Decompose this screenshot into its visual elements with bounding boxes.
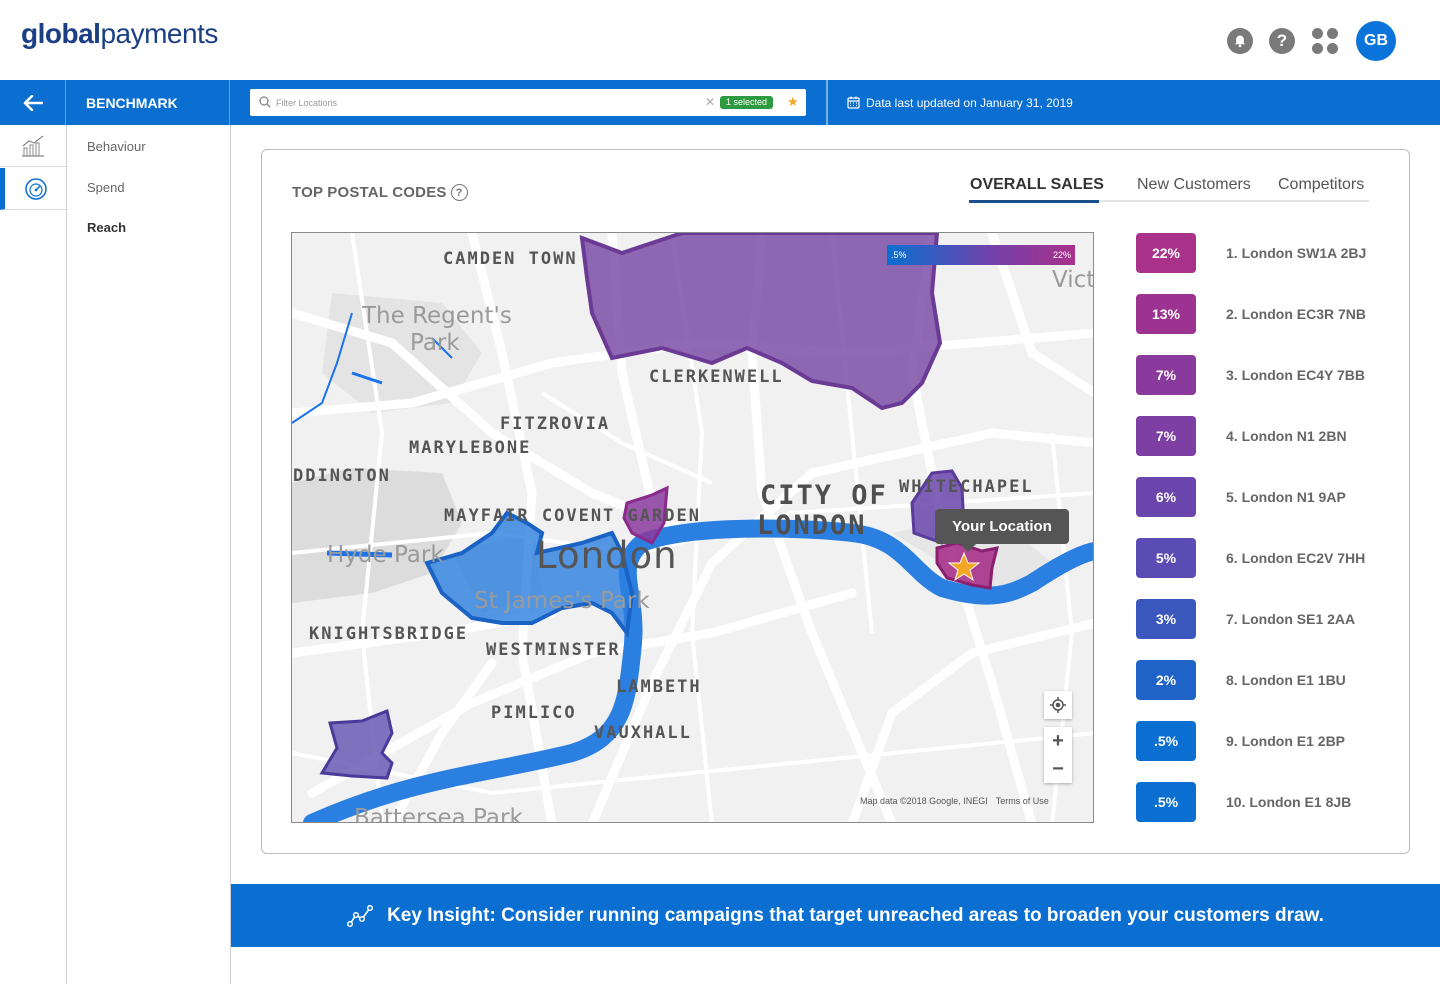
- ranking-percent-badge: .5%: [1136, 782, 1196, 822]
- ranking-percent-badge: 13%: [1136, 294, 1196, 334]
- bell-icon[interactable]: [1227, 28, 1253, 54]
- location-filter[interactable]: ✕ 1 selected ★: [250, 89, 806, 116]
- map-label-fitzrovia: FITZROVIA: [500, 414, 611, 434]
- zoom-in-button[interactable]: +: [1044, 727, 1072, 755]
- map-label-mayfair-covent-garden: MAYFAIR COVENT GARDEN: [444, 506, 701, 526]
- sales-legend-gradient: .5% 22%: [887, 245, 1075, 265]
- ranking-percent-badge: 7%: [1136, 355, 1196, 395]
- tab-new-customers[interactable]: New Customers: [1137, 176, 1251, 194]
- ranking-postal-code: 2. London EC3R 7NB: [1226, 306, 1367, 322]
- ranking-row[interactable]: 3% 7. London SE1 2AA: [1136, 599, 1396, 639]
- ranking-percent-badge: 7%: [1136, 416, 1196, 456]
- subnav-item-spend[interactable]: Spend: [87, 180, 125, 195]
- map-label-regents-park: The Regent's: [362, 303, 512, 329]
- ranking-row[interactable]: .5% 10. London E1 8JB: [1136, 782, 1396, 822]
- map-label-hyde-park: Hyde Park: [327, 542, 444, 568]
- ranking-row[interactable]: 22% 1. London SW1A 2BJ: [1136, 233, 1396, 273]
- bar-chart-icon: [22, 135, 44, 157]
- ranking-postal-code: 7. London SE1 2AA: [1226, 611, 1356, 627]
- nav-bar: BENCHMARK ✕ 1 selected ★ Data last updat…: [0, 80, 1440, 125]
- map-attribution: Map data ©2018 Google, INEGI Terms of Use: [860, 796, 1049, 806]
- ranking-percent-badge: .5%: [1136, 721, 1196, 761]
- map-label-st-james-park: St James's Park: [474, 588, 650, 614]
- tab-overall-sales[interactable]: OVERALL SALES: [970, 176, 1104, 194]
- global-payments-logo[interactable]: globalpayments: [21, 18, 218, 50]
- sidebar-icon-spend[interactable]: [0, 168, 66, 210]
- map-label-lambeth: LAMBETH: [616, 677, 702, 697]
- clear-filter-icon[interactable]: ✕: [705, 95, 715, 109]
- calendar-icon: [847, 96, 860, 109]
- ranking-postal-code: 4. London N1 2BN: [1226, 428, 1347, 444]
- map-label-westminster: WESTMINSTER: [486, 640, 621, 660]
- ranking-percent-badge: 5%: [1136, 538, 1196, 578]
- map-label-victoria: Vict: [1052, 267, 1094, 293]
- ranking-row[interactable]: 2% 8. London E1 1BU: [1136, 660, 1396, 700]
- user-avatar[interactable]: GB: [1356, 21, 1396, 61]
- ranking-percent-badge: 2%: [1136, 660, 1196, 700]
- map-label-london: London: [536, 534, 678, 577]
- subnav-item-behaviour[interactable]: Behaviour: [87, 139, 146, 154]
- map-label-knightsbridge: KNIGHTSBRIDGE: [309, 624, 469, 644]
- active-tab-indicator: [969, 200, 1099, 203]
- filter-locations-input[interactable]: [276, 94, 696, 111]
- map-label-london-city: LONDON: [757, 510, 867, 541]
- map-label-camden-town: CAMDEN TOWN: [443, 249, 578, 269]
- key-insight-banner: Key Insight: Consider running campaigns …: [231, 884, 1440, 947]
- ranking-postal-code: 8. London E1 1BU: [1226, 672, 1346, 688]
- postal-code-map[interactable]: CAMDEN TOWN The Regent's Park Vict CLERK…: [291, 232, 1094, 823]
- ranking-postal-code: 5. London N1 9AP: [1226, 489, 1346, 505]
- ranking-postal-code: 1. London SW1A 2BJ: [1226, 245, 1367, 261]
- ranking-row[interactable]: 6% 5. London N1 9AP: [1136, 477, 1396, 517]
- ranking-postal-code: 9. London E1 2BP: [1226, 733, 1346, 749]
- top-header: globalpayments ? GB: [0, 0, 1440, 80]
- favorite-star-icon[interactable]: ★: [787, 94, 799, 110]
- terms-of-use-link[interactable]: Terms of Use: [996, 796, 1049, 806]
- back-button[interactable]: [0, 80, 66, 125]
- trend-line-icon: [347, 904, 374, 927]
- help-icon[interactable]: ?: [1269, 28, 1295, 54]
- map-label-pimlico: PIMLICO: [491, 703, 577, 723]
- sub-navigation: Behaviour Spend Reach: [67, 125, 231, 984]
- map-label-marylebone: MARYLEBONE: [409, 438, 532, 458]
- your-location-tooltip: Your Location: [935, 509, 1069, 552]
- selected-count-badge: 1 selected: [720, 96, 774, 109]
- sidebar-icon-behaviour[interactable]: [0, 125, 66, 167]
- ranking-row[interactable]: 7% 3. London EC4Y 7BB: [1136, 355, 1396, 395]
- icon-sidebar: [0, 125, 67, 984]
- sales-tabs: OVERALL SALES New Customers Competitors: [969, 176, 1369, 203]
- data-updated-info: Data last updated on January 31, 2019: [847, 80, 1073, 125]
- zoom-controls: + −: [1044, 727, 1072, 783]
- subnav-item-reach[interactable]: Reach: [87, 220, 126, 235]
- arrow-left-icon: [23, 94, 43, 111]
- ranking-row[interactable]: 13% 2. London EC3R 7NB: [1136, 294, 1396, 334]
- map-label-city-of: CITY OF: [760, 480, 888, 511]
- top-postal-codes-card: TOP POSTAL CODES ? OVERALL SALES New Cus…: [261, 149, 1410, 854]
- ranking-row[interactable]: 7% 4. London N1 2BN: [1136, 416, 1396, 456]
- map-label-battersea-park: Battersea Park: [354, 805, 523, 823]
- ranking-row[interactable]: 5% 6. London EC2V 7HH: [1136, 538, 1396, 578]
- ranking-percent-badge: 22%: [1136, 233, 1196, 273]
- tab-competitors[interactable]: Competitors: [1278, 176, 1364, 194]
- map-label-vauxhall: VAUXHALL: [594, 723, 692, 743]
- zoom-out-button[interactable]: −: [1044, 755, 1072, 783]
- section-title: BENCHMARK: [67, 80, 230, 125]
- search-icon: [259, 96, 271, 108]
- crosshair-icon: [1050, 697, 1066, 713]
- card-title: TOP POSTAL CODES ?: [292, 184, 468, 201]
- nav-divider: [826, 80, 828, 125]
- ranking-percent-badge: 6%: [1136, 477, 1196, 517]
- ranking-postal-code: 3. London EC4Y 7BB: [1226, 367, 1365, 383]
- locate-me-button[interactable]: [1044, 691, 1072, 719]
- map-label-whitechapel: WHITECHAPEL: [899, 477, 1034, 497]
- map-label-clerkenwell: CLERKENWELL: [649, 367, 784, 387]
- info-help-icon[interactable]: ?: [450, 184, 468, 201]
- ranking-row[interactable]: .5% 9. London E1 2BP: [1136, 721, 1396, 761]
- ranking-postal-code: 10. London E1 8JB: [1226, 794, 1352, 810]
- ranking-postal-code: 6. London EC2V 7HH: [1226, 550, 1366, 566]
- map-label-regents-park-2: Park: [410, 330, 460, 356]
- ranking-percent-badge: 3%: [1136, 599, 1196, 639]
- apps-grid-icon[interactable]: [1312, 28, 1338, 54]
- map-label-paddington: DDINGTON: [293, 466, 391, 486]
- gauge-icon: [24, 177, 47, 200]
